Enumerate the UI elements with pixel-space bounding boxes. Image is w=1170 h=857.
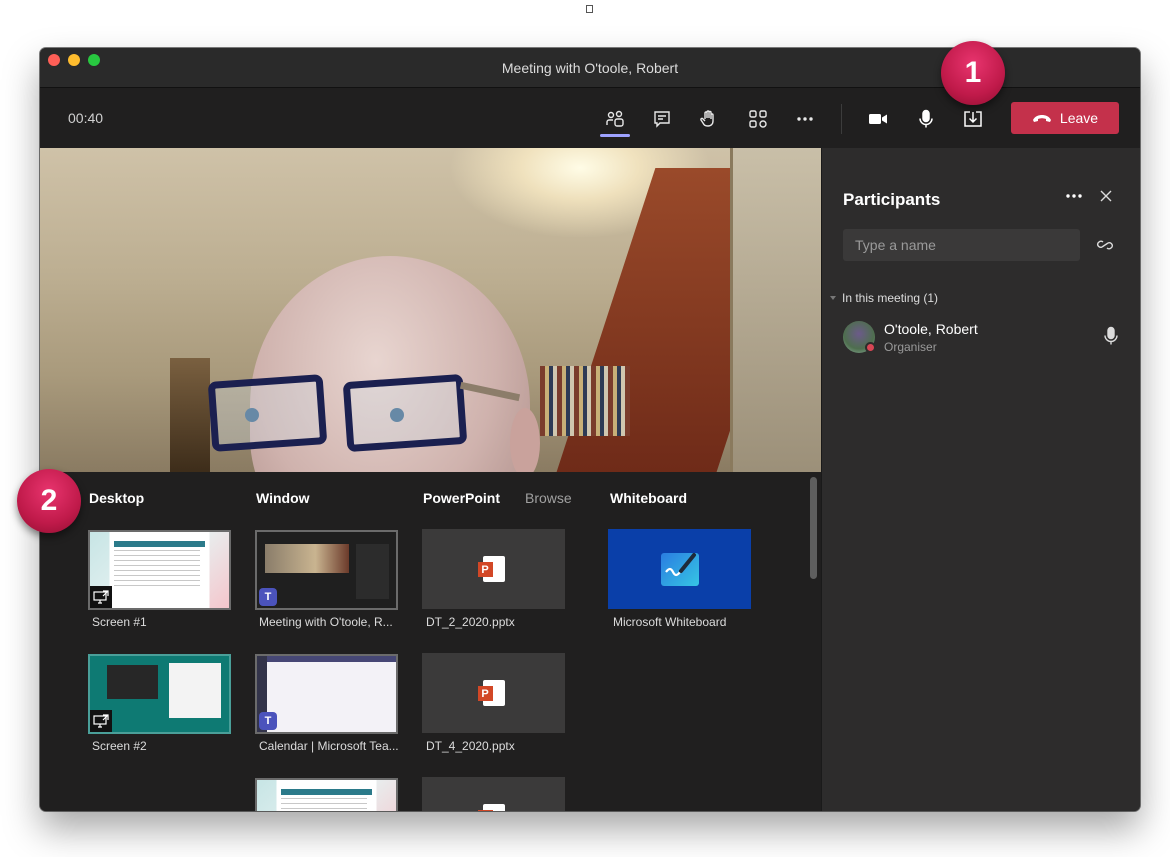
people-icon bbox=[606, 110, 624, 127]
hang-up-icon bbox=[1032, 115, 1051, 122]
share-tray-scrollbar[interactable] bbox=[810, 477, 817, 579]
teams-meeting-window: Meeting with O'toole, Robert 00:40 Leave… bbox=[40, 48, 1140, 811]
leave-label: Leave bbox=[1059, 110, 1099, 126]
raise-hand-button[interactable] bbox=[694, 104, 724, 134]
participants-button[interactable] bbox=[600, 104, 630, 137]
powerpoint-file-icon: P bbox=[477, 804, 505, 811]
screen-share-icon bbox=[90, 586, 112, 608]
share-tray: Desktop Window PowerPoint Browse Whitebo… bbox=[40, 472, 821, 811]
share-invite-link-button[interactable] bbox=[1095, 235, 1115, 255]
link-icon bbox=[1097, 240, 1113, 250]
pptx-dt4-label: DT_4_2020.pptx bbox=[426, 739, 515, 753]
chat-button[interactable] bbox=[647, 104, 677, 134]
teams-app-icon: T bbox=[259, 588, 277, 606]
participant-name: O'toole, Robert bbox=[884, 321, 978, 337]
teams-app-icon: T bbox=[259, 712, 277, 730]
presence-status-icon bbox=[865, 342, 876, 353]
chat-icon bbox=[654, 111, 670, 128]
desktop-marker bbox=[586, 5, 593, 13]
video-mirror bbox=[730, 148, 821, 472]
rooms-icon bbox=[749, 110, 767, 128]
video-bookshelf-left bbox=[170, 358, 210, 472]
share-content-button[interactable] bbox=[958, 104, 988, 134]
video-bookshelf bbox=[540, 366, 630, 436]
in-meeting-section-label: In this meeting (1) bbox=[842, 291, 939, 305]
whiteboard-label: Microsoft Whiteboard bbox=[613, 615, 727, 629]
powerpoint-file-icon: P bbox=[477, 556, 505, 582]
callout-2-badge: 2 bbox=[17, 469, 81, 533]
leave-button[interactable]: Leave bbox=[1011, 102, 1119, 134]
video-glasses bbox=[207, 374, 328, 452]
camera-icon bbox=[869, 114, 887, 124]
camera-button[interactable] bbox=[863, 104, 893, 134]
share-pptx-dt2-tile[interactable]: P bbox=[422, 529, 565, 609]
callout-1-badge: 1 bbox=[941, 41, 1005, 105]
screen-1-label: Screen #1 bbox=[92, 615, 147, 629]
toolbar-divider bbox=[841, 104, 842, 134]
panel-close-button[interactable] bbox=[1096, 186, 1116, 206]
whiteboard-app-icon bbox=[660, 552, 699, 586]
meeting-timer: 00:40 bbox=[68, 110, 104, 126]
participant-video-feed bbox=[40, 148, 821, 472]
participant-row[interactable]: O'toole, Robert Organiser bbox=[843, 320, 1123, 356]
share-whiteboard-tile[interactable] bbox=[608, 529, 751, 609]
mic-button[interactable] bbox=[911, 104, 941, 134]
panel-title: Participants bbox=[843, 190, 941, 209]
share-window-meeting-tile[interactable]: T bbox=[255, 530, 398, 610]
calendar-window-thumbnail bbox=[257, 656, 396, 732]
pptx-dt2-label: DT_2_2020.pptx bbox=[426, 615, 515, 629]
calendar-window-label: Calendar | Microsoft Tea... bbox=[259, 739, 399, 753]
share-pptx-dt4-tile[interactable]: P bbox=[422, 653, 565, 733]
chevron-down-icon bbox=[830, 296, 836, 300]
share-screen-1-tile[interactable] bbox=[88, 530, 231, 610]
meeting-window-thumbnail bbox=[257, 532, 396, 608]
share-window-document-tile[interactable] bbox=[255, 778, 398, 811]
panel-more-options-button[interactable] bbox=[1062, 186, 1086, 206]
hand-icon bbox=[700, 110, 714, 127]
section-whiteboard: Whiteboard bbox=[610, 490, 687, 506]
screen-share-icon bbox=[90, 710, 112, 732]
mic-icon bbox=[1104, 326, 1118, 345]
in-meeting-section-toggle[interactable]: In this meeting (1) bbox=[830, 291, 938, 305]
section-desktop: Desktop bbox=[89, 490, 145, 506]
section-window: Window bbox=[256, 490, 310, 506]
more-actions-button[interactable] bbox=[790, 104, 820, 134]
meeting-window-label: Meeting with O'toole, R... bbox=[259, 615, 393, 629]
video-person-ear bbox=[510, 408, 540, 472]
section-powerpoint: PowerPoint bbox=[423, 490, 501, 506]
screen-2-label: Screen #2 bbox=[92, 739, 147, 753]
browse-link[interactable]: Browse bbox=[525, 490, 572, 506]
share-pptx-tile[interactable]: P bbox=[422, 777, 565, 811]
mic-icon bbox=[919, 109, 933, 128]
powerpoint-file-icon: P bbox=[477, 680, 505, 706]
share-window-calendar-tile[interactable]: T bbox=[255, 654, 398, 734]
participant-search-input[interactable] bbox=[843, 229, 1080, 261]
participant-role: Organiser bbox=[884, 340, 937, 354]
share-tray-icon bbox=[964, 111, 982, 127]
document-window-thumbnail bbox=[257, 780, 396, 811]
breakout-rooms-button[interactable] bbox=[743, 104, 773, 134]
more-icon bbox=[797, 117, 813, 121]
participants-panel: Participants In this meeting (1) O'toole… bbox=[821, 148, 1140, 811]
more-icon bbox=[1066, 194, 1082, 198]
close-icon bbox=[1100, 190, 1112, 202]
share-screen-2-tile[interactable] bbox=[88, 654, 231, 734]
video-glasses bbox=[342, 373, 468, 453]
